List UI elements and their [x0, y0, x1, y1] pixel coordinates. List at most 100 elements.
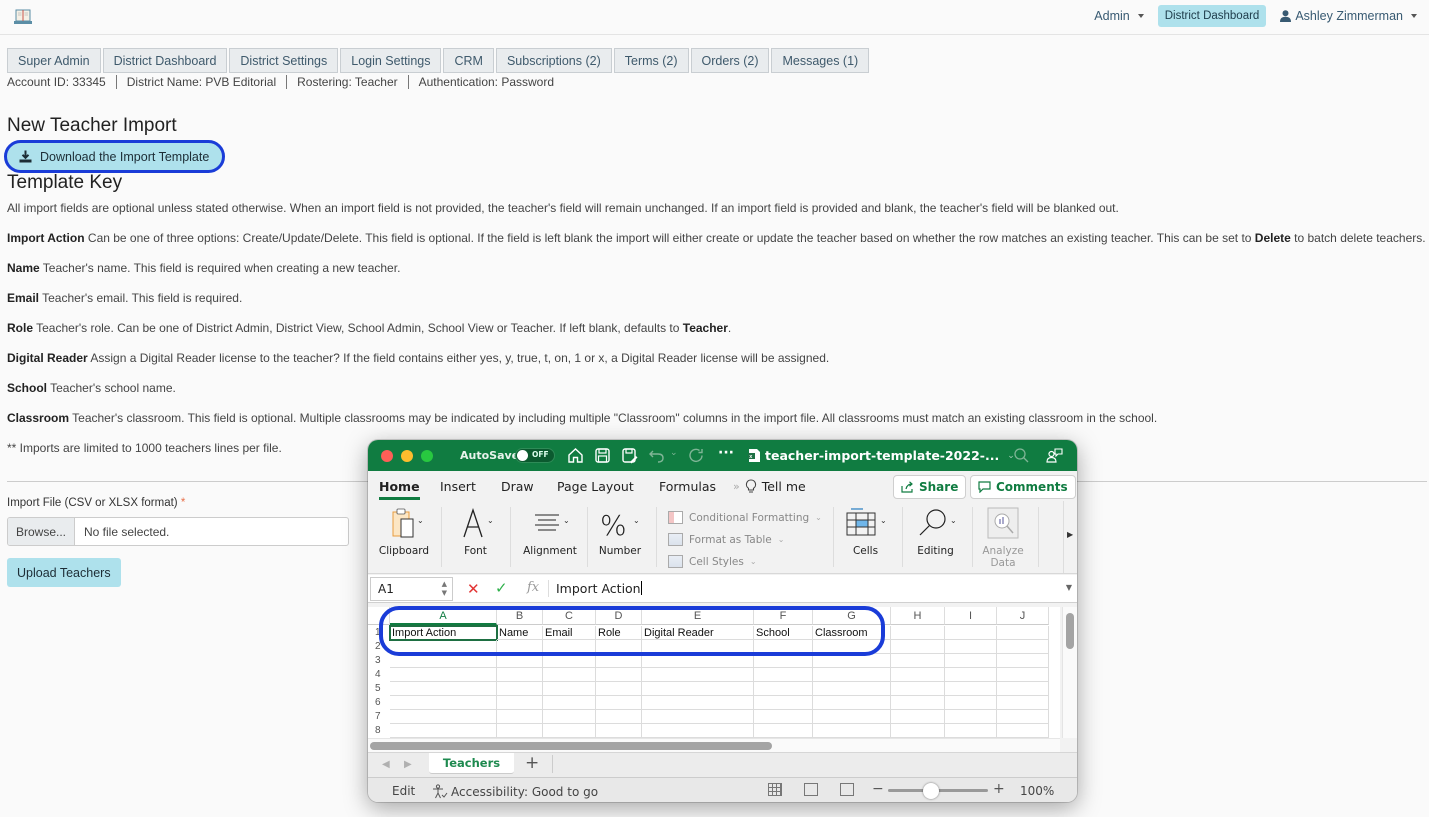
tab-district-settings[interactable]: District Settings — [229, 48, 339, 73]
header-cell[interactable]: Digital Reader — [642, 626, 754, 640]
tab-subscriptions[interactable]: Subscriptions (2) — [495, 48, 612, 73]
tab-login-settings[interactable]: Login Settings — [340, 48, 442, 73]
row-header[interactable]: 3 — [368, 654, 390, 668]
zoom-out-icon[interactable]: − — [872, 781, 884, 797]
column-header-j[interactable]: J — [997, 607, 1049, 625]
user-menu[interactable]: Ashley Zimmerman — [1276, 6, 1421, 26]
tell-me-search[interactable]: » Tell me — [733, 479, 806, 494]
browse-button[interactable]: Browse... — [8, 518, 75, 545]
autosave-toggle[interactable]: OFF — [515, 448, 555, 463]
cancel-edit-icon[interactable]: ✕ — [467, 580, 480, 598]
minimize-window-button[interactable] — [401, 450, 413, 462]
cell[interactable] — [390, 640, 497, 654]
tab-terms[interactable]: Terms (2) — [613, 48, 689, 73]
select-all-corner[interactable] — [368, 607, 390, 625]
upload-teachers-button[interactable]: Upload Teachers — [7, 558, 121, 587]
expand-formula-bar-icon[interactable]: ▼ — [1066, 583, 1072, 592]
cell[interactable] — [642, 640, 754, 654]
cell[interactable] — [754, 682, 813, 696]
previous-sheet-icon[interactable]: ◀ — [382, 759, 390, 770]
cell[interactable] — [497, 710, 543, 724]
cell[interactable] — [945, 668, 997, 682]
save-icon[interactable] — [594, 447, 611, 464]
cell[interactable] — [497, 654, 543, 668]
column-header-c[interactable]: C — [543, 607, 596, 625]
cell[interactable] — [596, 668, 642, 682]
cell[interactable] — [642, 710, 754, 724]
confirm-edit-icon[interactable]: ✓ — [495, 579, 508, 597]
cell[interactable] — [596, 710, 642, 724]
cell[interactable] — [543, 640, 596, 654]
cell[interactable] — [997, 710, 1049, 724]
cell[interactable] — [891, 710, 945, 724]
cell[interactable] — [754, 654, 813, 668]
header-cell[interactable]: School — [754, 626, 813, 640]
scroll-thumb[interactable] — [370, 742, 772, 750]
cell[interactable] — [997, 696, 1049, 710]
header-cell[interactable]: Email — [543, 626, 596, 640]
search-icon[interactable] — [1013, 447, 1030, 464]
cell[interactable] — [497, 640, 543, 654]
column-header-h[interactable]: H — [891, 607, 945, 625]
ribbon-tab-formulas[interactable]: Formulas — [659, 479, 716, 494]
row-header[interactable]: 6 — [368, 696, 390, 710]
cell[interactable] — [813, 696, 891, 710]
row-header[interactable]: 4 — [368, 668, 390, 682]
alignment-group[interactable]: ⌄ Alignment — [518, 507, 582, 557]
cell[interactable] — [543, 696, 596, 710]
cell[interactable] — [596, 682, 642, 696]
cell[interactable] — [390, 682, 497, 696]
row-header[interactable]: 7 — [368, 710, 390, 724]
cell[interactable] — [754, 640, 813, 654]
cell[interactable] — [997, 724, 1049, 738]
cell[interactable] — [891, 696, 945, 710]
document-title[interactable]: x teacher-import-template-2022-... ⌄ — [748, 448, 1015, 463]
ribbon-tab-insert[interactable]: Insert — [440, 479, 476, 494]
cell[interactable] — [497, 724, 543, 738]
cell[interactable] — [997, 654, 1049, 668]
horizontal-scrollbar[interactable] — [368, 738, 1060, 752]
cell[interactable] — [543, 654, 596, 668]
cell[interactable] — [754, 710, 813, 724]
number-group[interactable]: % ⌄ Number — [594, 507, 646, 557]
column-header-d[interactable]: D — [596, 607, 642, 625]
tab-district-dashboard[interactable]: District Dashboard — [102, 48, 228, 73]
row-header[interactable]: 5 — [368, 682, 390, 696]
cell[interactable] — [754, 668, 813, 682]
header-cell[interactable]: Role — [596, 626, 642, 640]
row-header[interactable]: 2 — [368, 640, 390, 654]
cell[interactable] — [891, 724, 945, 738]
row-header[interactable]: 1 — [368, 626, 390, 640]
column-header-i[interactable]: I — [945, 607, 997, 625]
cell[interactable] — [642, 724, 754, 738]
cell[interactable] — [596, 654, 642, 668]
column-header-a[interactable]: A — [390, 607, 497, 625]
redo-icon[interactable] — [688, 447, 705, 464]
cell[interactable] — [997, 640, 1049, 654]
cell[interactable] — [813, 640, 891, 654]
tab-crm[interactable]: CRM — [443, 48, 494, 73]
scroll-thumb[interactable] — [1066, 613, 1074, 649]
format-as-table-button[interactable]: Format as Table ⌄ — [668, 533, 784, 546]
cell[interactable] — [642, 682, 754, 696]
cell-styles-button[interactable]: Cell Styles ⌄ — [668, 555, 757, 568]
cell[interactable] — [813, 668, 891, 682]
cell[interactable] — [390, 668, 497, 682]
zoom-slider[interactable] — [888, 783, 988, 799]
zoom-in-icon[interactable]: + — [993, 781, 1005, 797]
cell[interactable] — [945, 710, 997, 724]
ribbon-tab-page-layout[interactable]: Page Layout — [557, 479, 634, 494]
save-as-icon[interactable] — [621, 447, 638, 464]
cell[interactable] — [754, 724, 813, 738]
cell[interactable] — [945, 696, 997, 710]
admin-menu[interactable]: Admin — [1090, 6, 1147, 26]
header-cell[interactable]: Classroom — [813, 626, 891, 640]
row-header[interactable]: 8 — [368, 724, 390, 738]
ribbon-scroll-right[interactable]: ▶ — [1063, 501, 1077, 573]
cell[interactable] — [543, 682, 596, 696]
cell[interactable] — [945, 654, 997, 668]
add-sheet-icon[interactable]: + — [525, 753, 539, 773]
tab-orders[interactable]: Orders (2) — [690, 48, 770, 73]
cell[interactable] — [642, 696, 754, 710]
cell[interactable] — [754, 696, 813, 710]
